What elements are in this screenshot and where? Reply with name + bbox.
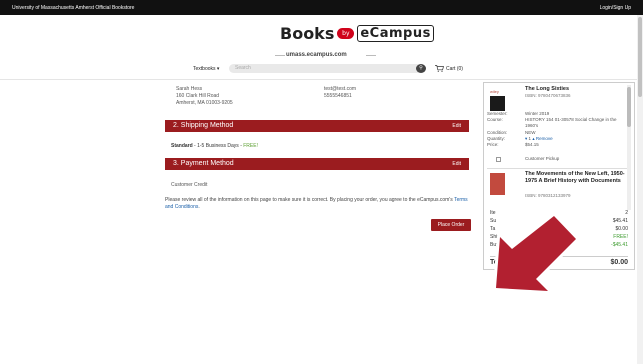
shipping-free-label: FREE!: [243, 143, 258, 149]
review-end: .: [198, 204, 200, 210]
subdomain-label: umass.ecampus.com: [286, 52, 347, 58]
review-text: Please review all of the information on …: [165, 197, 455, 203]
remove-item-link[interactable]: Remove: [536, 136, 553, 141]
summary-shipping: Shipp FREE!: [490, 234, 628, 240]
summary-items: Ite 2: [490, 210, 628, 216]
cart-label: Cart (0): [446, 65, 463, 72]
cart-items-list[interactable]: wiley The Long Sixties ISBN: 97804706738…: [487, 83, 631, 213]
payment-method-header: 3. Payment Method Edit: [165, 158, 469, 170]
cart-items-scrollbar[interactable]: [627, 85, 631, 210]
contact-info: test@test.com 5555546851: [324, 86, 356, 100]
place-order-button[interactable]: Place Order: [431, 219, 471, 231]
summary-buyback: Buyback edit: -$45.41: [490, 242, 628, 248]
item-isbn: ISBN: 9780312133979: [525, 193, 571, 198]
site-logo[interactable]: Books by eCampus: [280, 24, 434, 43]
shipping-method-name: Standard: [171, 143, 193, 149]
login-link[interactable]: Login/Sign Up: [600, 5, 631, 11]
edit-shipping-link[interactable]: Edit: [452, 120, 461, 132]
review-notice: Please review all of the information on …: [165, 197, 470, 211]
cart-icon: [435, 65, 444, 72]
address-name: Sarah Hess: [176, 86, 203, 92]
contact-phone: 5555546851: [324, 93, 352, 99]
pickup-checkbox[interactable]: [496, 157, 501, 162]
shipping-days: - 1-5 Business Days -: [192, 143, 244, 149]
item-title: The Movements of the New Left, 1950-1975…: [525, 171, 625, 184]
book-cover-image: [490, 173, 505, 195]
cart-button[interactable]: Cart (0): [435, 65, 463, 72]
quantity-up-icon[interactable]: ▴: [532, 136, 534, 141]
payment-method-value: Customer Credit: [171, 182, 208, 188]
summary-tax: Ta $0.00: [490, 226, 628, 232]
divider: [487, 168, 627, 169]
address-city: Amherst, MA 01003-9205: [176, 100, 233, 106]
address-street: 160 Clark Hill Road: [176, 93, 220, 99]
item-price: Price: $54.15: [487, 142, 539, 147]
summary-total: Total: $0.00: [490, 259, 628, 266]
contact-email: test@test.com: [324, 86, 357, 92]
shipping-address: Sarah Hess 160 Clark Hill Road Amherst, …: [176, 86, 233, 107]
top-bar: University of Massachusetts Amherst Offi…: [0, 0, 643, 15]
section-title: 3. Payment Method: [173, 160, 234, 167]
divider: [275, 55, 285, 56]
shipping-method-header: 2. Shipping Method Edit: [165, 120, 469, 132]
scrollbar-thumb[interactable]: [638, 17, 642, 97]
logo-books: Books: [280, 24, 335, 43]
publisher-logo: wiley: [490, 89, 499, 94]
summary-subtotal: Su $45.41: [490, 218, 628, 224]
item-isbn: ISBN: 9780470673836: [525, 93, 571, 98]
edit-payment-link[interactable]: Edit: [452, 158, 461, 170]
scrollbar-thumb[interactable]: [627, 87, 631, 127]
shipping-method-value: Standard - 1-5 Business Days - FREE!: [171, 143, 258, 149]
logo-ecampus: eCampus: [357, 25, 434, 42]
site-name: University of Massachusetts Amherst Offi…: [12, 4, 135, 11]
pickup-label: Customer Pickup: [525, 156, 560, 161]
section-title: 2. Shipping Method: [173, 122, 234, 129]
item-title: The Long Sixties: [525, 86, 570, 92]
logo-by-badge: by: [337, 28, 355, 39]
page-scrollbar[interactable]: [637, 15, 643, 364]
item-course: Course: HISTORY 154 01-30578 Social Chang…: [487, 117, 617, 128]
search-input[interactable]: Search: [229, 64, 422, 73]
divider: [366, 55, 376, 56]
divider: [490, 256, 628, 257]
quantity-down-icon[interactable]: ▾: [525, 136, 527, 141]
book-cover-image: [490, 96, 505, 111]
search-icon[interactable]: ⚲: [416, 64, 426, 73]
textbooks-dropdown[interactable]: Textbooks ▾: [193, 66, 219, 72]
